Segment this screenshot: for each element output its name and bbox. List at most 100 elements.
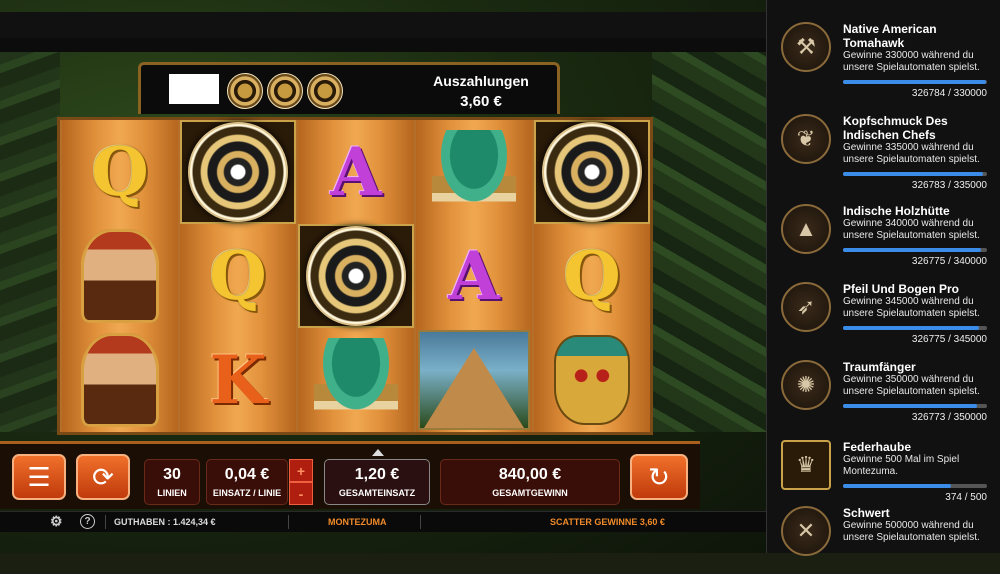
reel-cell <box>534 120 650 224</box>
achievement-title: Kopfschmuck Des Indischen Chefs <box>843 114 948 142</box>
symbol-feather-headdress <box>314 338 398 422</box>
slot-reels[interactable]: QQKAAQ <box>57 117 653 435</box>
spin-icon: ↻ <box>648 461 670 492</box>
paytable-button[interactable]: ☰ <box>12 454 66 500</box>
achievement-title: Native American Tomahawk <box>843 22 937 50</box>
total-win-label: GESAMTGEWINN <box>492 488 568 498</box>
achievement-title: Indische Holzhütte <box>843 204 950 218</box>
top-bar <box>0 12 766 38</box>
achievement-title: Schwert <box>843 506 890 520</box>
achievement-item: ✕ Schwert Gewinne 500000 während du unsere… <box>767 494 1000 574</box>
spin-button[interactable]: ↻ <box>630 454 688 500</box>
feather-headdress-icon: ♛ <box>781 440 831 490</box>
reel-3: A <box>298 120 414 432</box>
achievement-description: Gewinne 500000 während du unsere Spielau… <box>843 520 980 543</box>
reel-5: Q <box>534 120 650 432</box>
total-bet-label: GESAMTEINSATZ <box>338 488 416 498</box>
left-vines-decoration <box>0 52 60 432</box>
divider <box>288 515 289 529</box>
paytable-icon: ☰ <box>27 461 51 492</box>
achievement-item: ❦ Kopfschmuck Des Indischen Chefs Gewinne … <box>767 92 1000 191</box>
symbol-a: A <box>330 133 382 211</box>
symbol-princess <box>81 229 159 323</box>
symbol-q: Q <box>563 237 621 315</box>
lines-value: 30 <box>163 466 181 483</box>
achievement-progress-bar <box>843 248 987 252</box>
reel-cell <box>298 224 414 328</box>
reel-cell: A <box>298 120 414 224</box>
paylines-pattern-icon <box>169 74 219 104</box>
reel-cell: Q <box>534 224 650 328</box>
achievement-description: Gewinne 330000 während du unsere Spielau… <box>843 50 980 73</box>
achievement-description: Gewinne 350000 während du unsere Spielau… <box>843 374 980 397</box>
symbol-q: Q <box>91 133 149 211</box>
achievement-progress-bar <box>843 80 987 84</box>
achievement-progress-bar <box>843 326 987 330</box>
reel-4: A <box>416 120 532 432</box>
reel-cell <box>416 120 532 224</box>
scatter-coin-icon <box>267 73 303 109</box>
reel-cell: Q <box>180 224 296 328</box>
achievement-title: Traumfänger <box>843 360 916 374</box>
achievement-item: ♛ Federhaube Gewinne 500 Mal im Spiel Mont… <box>767 418 1000 503</box>
achievements-sidebar: ⚒ Native American Tomahawk Gewinne 330000 … <box>766 0 1000 556</box>
total-bet-value: 1,20 € <box>354 466 400 483</box>
gear-icon[interactable]: ⚙ <box>50 513 63 530</box>
right-vines-decoration <box>652 52 767 432</box>
achievement-progress-bar <box>843 404 987 408</box>
symbol-aztec-calendar-scatter <box>534 120 650 224</box>
achievement-title: Federhaube <box>843 440 912 454</box>
autoplay-button[interactable]: ⟳ <box>76 454 130 500</box>
reel-1: Q <box>62 120 178 432</box>
scatter-win-text: SCATTER GEWINNE 3,60 € <box>550 517 665 527</box>
divider <box>420 515 421 529</box>
increase-bet-button[interactable]: + <box>289 459 313 482</box>
achievement-item: ➶ Pfeil Und Bogen Pro Gewinne 345000 währe… <box>767 260 1000 345</box>
reel-cell <box>180 120 296 224</box>
aztec-calendar-icon <box>542 122 642 222</box>
balance-text: GUTHABEN : 1.424,34 € <box>114 517 216 527</box>
total-win-value: 840,00 € <box>498 466 562 483</box>
sword-icon: ✕ <box>781 506 831 556</box>
achievement-item: ✺ Traumfänger Gewinne 350000 während du un… <box>767 338 1000 423</box>
bet-per-line-display: 0,04 € EINSATZ / LINIE <box>206 459 288 505</box>
top-bar-shadow <box>0 38 766 52</box>
achievement-description: Gewinne 335000 während du unsere Spielau… <box>843 142 980 165</box>
status-bar: ⚙ ? GUTHABEN : 1.424,34 € MONTEZUMA SCAT… <box>0 511 766 532</box>
lines-display: 30 LINIEN <box>144 459 200 505</box>
reel-cell <box>416 328 532 432</box>
achievement-description: Gewinne 345000 während du unsere Spielau… <box>843 296 980 319</box>
aztec-calendar-icon <box>188 122 288 222</box>
reel-cell: A <box>416 224 532 328</box>
total-bet-display[interactable]: 1,20 € GESAMTEINSATZ <box>324 459 430 505</box>
decrease-bet-button[interactable]: - <box>289 482 313 505</box>
reel-2: QK <box>180 120 296 432</box>
scatter-coin-icon <box>307 73 343 109</box>
total-win-display: 840,00 € GESAMTGEWINN <box>440 459 620 505</box>
symbol-feather-headdress <box>432 130 516 214</box>
dreamcatcher-icon: ✺ <box>781 360 831 410</box>
bet-stepper: + - <box>289 459 313 505</box>
aztec-calendar-icon <box>306 226 406 326</box>
achievement-title: Pfeil Und Bogen Pro <box>843 282 960 296</box>
bet-per-line-label: EINSATZ / LINIE <box>212 488 282 498</box>
achievement-progress-bar <box>843 172 987 176</box>
autoplay-icon: ⟳ <box>92 461 114 492</box>
war-bonnet-icon: ❦ <box>781 114 831 164</box>
symbol-golden-mask <box>554 335 630 425</box>
bow-arrow-icon: ➶ <box>781 282 831 332</box>
help-icon[interactable]: ? <box>80 514 95 529</box>
expand-arrow-icon[interactable] <box>372 449 384 456</box>
symbol-pyramid <box>418 330 530 430</box>
lines-label: LINIEN <box>157 488 187 498</box>
game-name: MONTEZUMA <box>328 517 387 527</box>
reel-cell: Q <box>62 120 178 224</box>
divider <box>105 515 106 529</box>
reel-cell <box>534 328 650 432</box>
reel-cell: K <box>180 328 296 432</box>
payouts-value: 3,60 € <box>460 93 502 110</box>
achievement-item: ⚒ Native American Tomahawk Gewinne 330000 … <box>767 0 1000 99</box>
achievement-description: Gewinne 340000 während du unsere Spielau… <box>843 218 980 241</box>
symbol-a: A <box>448 237 500 315</box>
symbol-princess <box>81 333 159 427</box>
